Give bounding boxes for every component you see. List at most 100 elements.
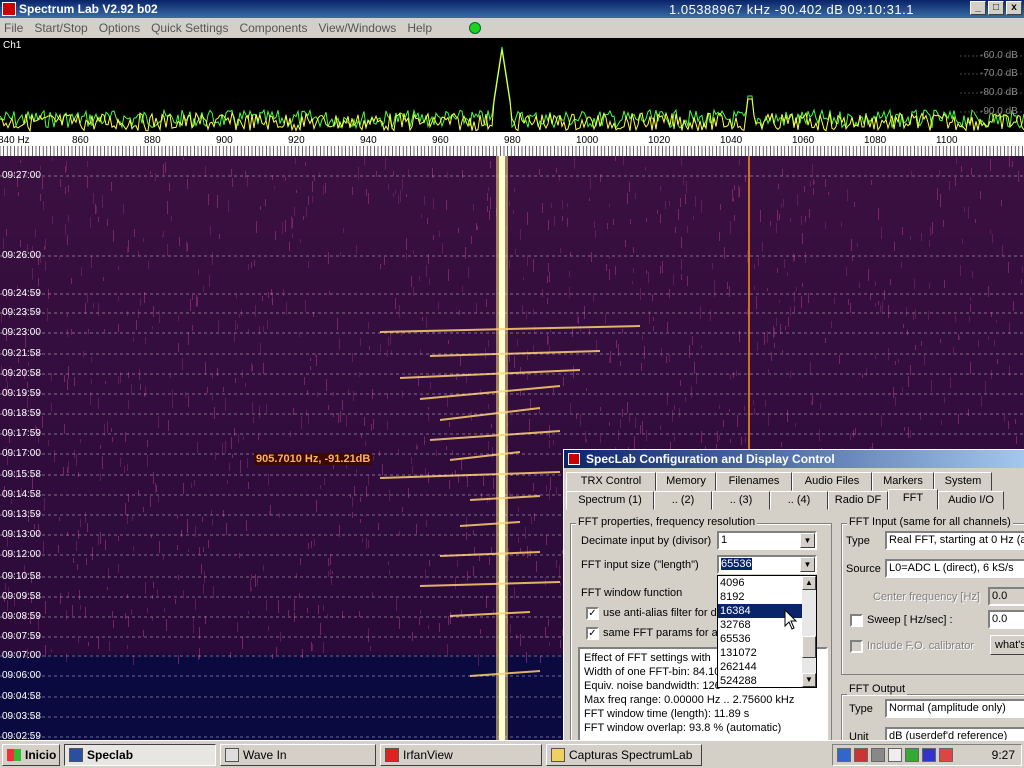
scroll-thumb[interactable] [802, 636, 816, 658]
tray-security-icon[interactable] [854, 748, 868, 762]
menu-quick-settings[interactable]: Quick Settings [151, 21, 228, 35]
menu-options[interactable]: Options [99, 21, 140, 35]
dialog-title-bar[interactable]: SpecLab Configuration and Display Contro… [564, 450, 1024, 468]
sweep-checkbox[interactable] [850, 614, 863, 627]
center-frequency-field[interactable]: 0.0 [988, 587, 1024, 606]
tab-radio-df[interactable]: Radio DF [828, 491, 888, 510]
tab-filenames[interactable]: Filenames [716, 472, 792, 491]
noise-streak [179, 237, 180, 246]
maximize-button[interactable]: □ [988, 1, 1004, 15]
noise-streak [274, 186, 275, 189]
noise-streak [159, 541, 160, 553]
noise-streak [77, 564, 78, 570]
decimate-select[interactable]: 1 ▼ [717, 531, 817, 550]
menu-file[interactable]: File [4, 21, 23, 35]
tray-app-icon[interactable] [905, 748, 919, 762]
noise-streak [269, 511, 270, 515]
noise-streak [222, 443, 223, 455]
noise-streak [323, 185, 324, 195]
scroll-down-icon[interactable]: ▼ [802, 673, 816, 687]
sweep-field[interactable]: 0.0 [988, 610, 1024, 629]
time-label: 09:18:59 [2, 408, 41, 419]
tab-spectrum-2[interactable]: .. (2) [654, 491, 712, 510]
noise-streak [773, 326, 774, 338]
input-type-select[interactable]: Real FFT, starting at 0 Hz (a [885, 531, 1024, 550]
tray-speaker-icon[interactable] [888, 748, 902, 762]
source-select[interactable]: L0=ADC L (direct), 6 kS/s [885, 559, 1024, 578]
menu-help[interactable]: Help [407, 21, 432, 35]
noise-streak [562, 200, 563, 209]
output-type-select[interactable]: Normal (amplitude only) [885, 699, 1024, 718]
same-params-checkbox[interactable]: ✓ [586, 627, 599, 640]
noise-streak [736, 370, 737, 376]
noise-streak [805, 252, 806, 263]
noise-streak [166, 619, 167, 631]
noise-streak [125, 503, 126, 515]
run-status-icon[interactable] [469, 22, 481, 34]
noise-streak [421, 214, 422, 218]
spectrum-display[interactable]: Ch1 -60.0 dB -70.0 dB -80.0 dB -90.0 dB [0, 38, 1024, 132]
chevron-down-icon[interactable]: ▼ [800, 533, 815, 548]
tab-system[interactable]: System [934, 472, 992, 491]
tray-network-icon[interactable] [837, 748, 851, 762]
tray-monitor-icon[interactable] [922, 748, 936, 762]
tab-memory[interactable]: Memory [656, 472, 716, 491]
tab-spectrum-3[interactable]: .. (3) [712, 491, 770, 510]
minimize-button[interactable]: _ [970, 1, 986, 15]
noise-streak [910, 430, 911, 438]
noise-streak [717, 431, 718, 442]
frequency-axis[interactable]: 840 Hz 860 880 900 920 940 960 980 1000 1020 1040 1… [0, 132, 1024, 156]
close-button[interactable]: x [1006, 1, 1022, 15]
taskbar-wave-in[interactable]: Wave In [220, 743, 376, 766]
fo-calibrator-checkbox[interactable] [850, 640, 863, 653]
noise-streak [328, 252, 329, 264]
noise-streak [263, 565, 264, 571]
noise-streak [488, 340, 489, 347]
noise-streak [593, 293, 594, 302]
noise-streak [196, 295, 197, 307]
taskbar-speclab[interactable]: Speclab [64, 743, 216, 766]
noise-streak [1022, 266, 1023, 273]
noise-streak [133, 546, 134, 551]
noise-streak [629, 182, 630, 192]
fft-size-dropdown[interactable]: 4096 8192 16384 32768 65536 131072 26214… [717, 575, 817, 688]
noise-streak [113, 230, 114, 242]
noise-streak [1016, 436, 1017, 444]
antialias-checkbox[interactable]: ✓ [586, 607, 599, 620]
tab-audio-io[interactable]: Audio I/O [938, 491, 1004, 510]
menu-view-windows[interactable]: View/Windows [319, 21, 397, 35]
taskbar-capturas[interactable]: Capturas SpectrumLab [546, 743, 702, 766]
tray-display-icon[interactable] [871, 748, 885, 762]
noise-streak [112, 437, 113, 442]
noise-streak [805, 216, 806, 222]
tray-update-icon[interactable] [939, 748, 953, 762]
noise-streak [492, 447, 493, 458]
noise-streak [871, 180, 872, 185]
scroll-up-icon[interactable]: ▲ [802, 576, 816, 590]
taskbar-irfanview[interactable]: IrfanView [380, 743, 542, 766]
noise-streak [98, 536, 99, 545]
tab-audio-files[interactable]: Audio Files [792, 472, 872, 491]
tab-fft[interactable]: FFT [888, 489, 938, 510]
menu-start-stop[interactable]: Start/Stop [34, 21, 87, 35]
noise-streak [406, 194, 407, 197]
tab-spectrum-4[interactable]: .. (4) [770, 491, 828, 510]
noise-streak [802, 233, 803, 244]
start-button[interactable]: Inicio [2, 743, 60, 766]
dropdown-scrollbar[interactable]: ▲ ▼ [802, 576, 816, 687]
menu-components[interactable]: Components [239, 21, 307, 35]
noise-streak [247, 458, 248, 468]
tab-spectrum-1[interactable]: Spectrum (1) [566, 491, 654, 510]
noise-streak [429, 560, 430, 566]
whats-this-button[interactable]: what's [990, 635, 1024, 655]
tab-trx-control[interactable]: TRX Control [566, 472, 656, 491]
noise-streak [825, 222, 826, 229]
fft-size-select[interactable]: 65536 ▼ [717, 555, 817, 574]
chevron-down-icon[interactable]: ▼ [800, 557, 815, 572]
noise-streak [673, 274, 674, 285]
noise-streak [683, 175, 684, 185]
noise-streak [862, 374, 863, 378]
noise-streak [402, 391, 403, 398]
noise-streak [854, 202, 855, 207]
noise-streak [950, 377, 951, 388]
